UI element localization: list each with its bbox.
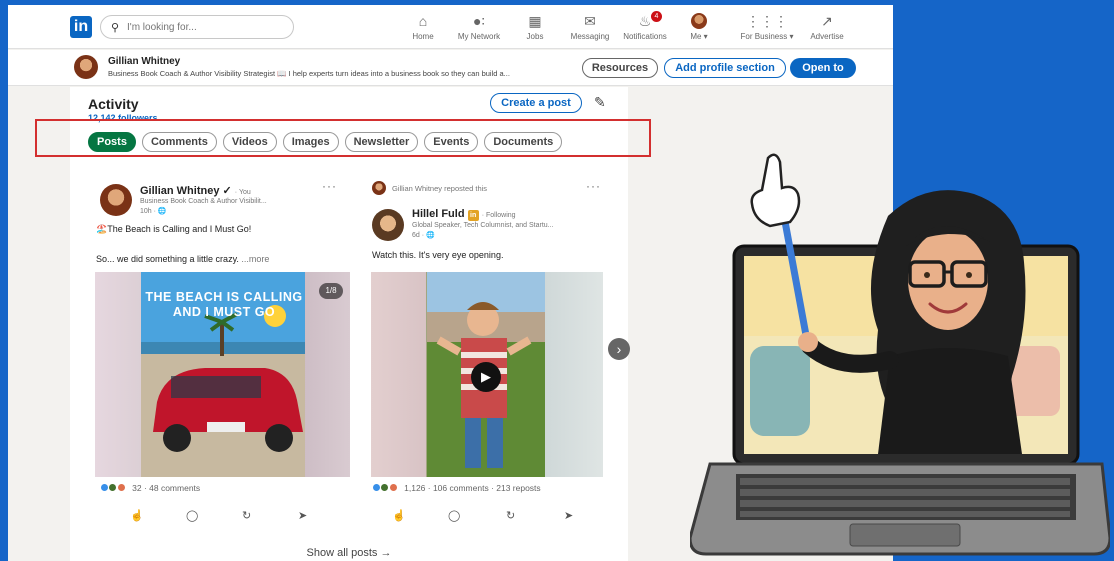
top-nav: in ⚲ ⌂ Home ●∶ My Network ▦ Jobs ✉ Messa… [8, 5, 893, 49]
activity-card: Activity 12,142 followers Create a post … [70, 87, 628, 561]
post-image-carousel[interactable]: THE BEACH IS CALLING AND I MUST GO 1/8 [95, 272, 350, 477]
activity-title: Activity [88, 96, 139, 112]
filter-highlight-box [35, 119, 651, 157]
post-time: 10h · 🌐 [140, 208, 167, 215]
repost-icon[interactable]: ↻ [506, 509, 515, 522]
profile-headline: Business Book Coach & Author Visibility … [108, 69, 510, 78]
post-text-line: Watch this. It's very eye opening. [372, 250, 504, 260]
comment-icon[interactable]: ◯ [448, 509, 460, 522]
avatar[interactable] [74, 55, 98, 79]
laptop-illustration [688, 153, 1112, 556]
pencil-icon[interactable]: ✎ [594, 94, 606, 111]
post-card[interactable]: Gillian Whitney reposted this ··· Hillel… [360, 179, 622, 529]
show-all-posts-link[interactable]: Show all posts → [70, 547, 628, 559]
search-box[interactable]: ⚲ [100, 15, 294, 39]
avatar[interactable] [372, 209, 404, 241]
post-time: 6d · 🌐 [412, 232, 435, 239]
nav-messaging[interactable]: ✉ Messaging [559, 13, 621, 41]
send-icon[interactable]: ➤ [564, 509, 573, 522]
carousel-counter: 1/8 [319, 283, 343, 299]
nav-for-business[interactable]: ⋮⋮⋮ For Business ▾ [736, 13, 798, 41]
bell-icon: ♨ [638, 13, 652, 29]
network-icon: ●∶ [472, 13, 486, 29]
premium-badge-icon: in [467, 210, 479, 221]
nav-home[interactable]: ⌂ Home [392, 13, 454, 41]
advertise-icon: ↗ [821, 13, 833, 29]
post-actions: ☝ ◯ ↻ ➤ [372, 509, 612, 525]
post-author[interactable]: Hillel Fuld in · Following [412, 208, 516, 221]
post-author[interactable]: Gillian Whitney ✓ · You [140, 184, 251, 197]
briefcase-icon: ▦ [528, 13, 542, 29]
post-video[interactable]: ▶ [371, 272, 603, 477]
post-text-line: 🏖️The Beach is Calling and I Must Go! [96, 224, 252, 234]
grid-icon: ⋮⋮⋮ [746, 13, 788, 29]
like-icon[interactable]: ☝ [392, 509, 406, 522]
post-author-subtitle: Global Speaker, Tech Columnist, and Star… [412, 222, 554, 229]
message-icon: ✉ [584, 13, 596, 29]
add-profile-section-button[interactable]: Add profile section [664, 58, 786, 78]
repost-notice: Gillian Whitney reposted this [392, 184, 488, 193]
linkedin-logo[interactable]: in [70, 16, 92, 38]
home-icon: ⌂ [418, 13, 428, 29]
see-more-link[interactable]: ...more [241, 254, 269, 264]
profile-name: Gillian Whitney [108, 56, 181, 67]
love-reaction-icon [388, 483, 398, 492]
reactions-summary[interactable]: 1,126 · 106 comments · 213 reposts [372, 483, 541, 493]
comment-icon[interactable]: ◯ [186, 509, 198, 522]
like-icon[interactable]: ☝ [130, 509, 144, 522]
nav-me[interactable]: Me ▾ [668, 13, 730, 41]
nav-notifications[interactable]: ♨ 4 Notifications [614, 11, 676, 41]
post-text-line: So... we did something a little crazy. .… [96, 254, 270, 264]
love-reaction-icon [116, 483, 126, 492]
create-post-button[interactable]: Create a post [490, 93, 582, 113]
post-author-subtitle: Business Book Coach & Author Visibilit..… [140, 198, 267, 205]
carousel-next-button[interactable]: › [608, 338, 630, 360]
image-caption: THE BEACH IS CALLING AND I MUST GO [145, 290, 303, 319]
nav-advertise[interactable]: ↗ Advertise [796, 13, 858, 41]
open-to-button[interactable]: Open to [790, 58, 856, 78]
resources-button[interactable]: Resources [582, 58, 658, 78]
laptop-bitmoji-illustration [688, 150, 1112, 561]
search-input[interactable] [127, 19, 287, 36]
reactions-summary[interactable]: 32 · 48 comments [100, 483, 200, 493]
play-icon[interactable]: ▶ [471, 362, 501, 392]
avatar [372, 181, 386, 195]
more-options-icon[interactable]: ··· [586, 179, 601, 193]
repost-icon[interactable]: ↻ [242, 509, 251, 522]
nav-jobs[interactable]: ▦ Jobs [504, 13, 566, 41]
notification-badge: 4 [651, 11, 662, 22]
nav-my-network[interactable]: ●∶ My Network [448, 13, 510, 41]
post-actions: ☝ ◯ ↻ ➤ [100, 509, 340, 525]
profile-bar: Gillian Whitney Business Book Coach & Au… [8, 50, 893, 86]
search-icon: ⚲ [111, 22, 120, 34]
avatar[interactable] [100, 184, 132, 216]
more-options-icon[interactable]: ··· [322, 179, 337, 193]
send-icon[interactable]: ➤ [298, 509, 307, 522]
post-card[interactable]: Gillian Whitney ✓ · You Business Book Co… [88, 179, 350, 529]
avatar [691, 13, 707, 29]
